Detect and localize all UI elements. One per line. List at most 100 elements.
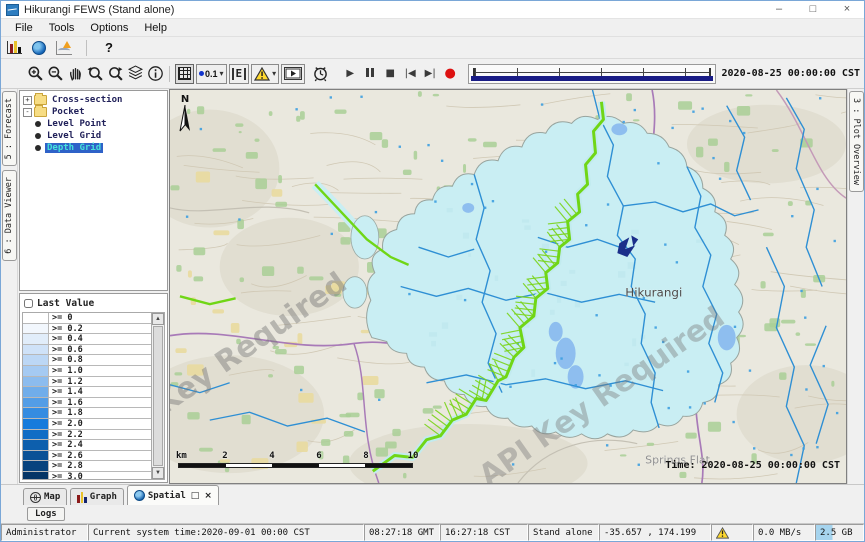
zoom-next-icon[interactable] [105,64,125,84]
skip-back-button[interactable]: |◀ [400,68,420,79]
legend-row: >= 2.0 [23,419,164,430]
pause-button[interactable] [360,68,380,80]
legend-swatch [23,313,49,323]
logs-row: Logs [1,505,864,524]
grid-layer-button[interactable] [175,64,194,84]
scroll-down-icon[interactable]: ▼ [152,467,164,479]
legend-label: >= 2.2 [49,430,151,440]
legend-label: >= 0.2 [49,324,151,334]
legend-row: >= 0.4 [23,334,164,345]
scalebar-tick: 4 [269,451,274,461]
close-button[interactable]: × [830,1,864,18]
scrollbar-thumb[interactable] [153,326,163,466]
menu-bar: FileToolsOptionsHelp [1,19,864,37]
record-button[interactable]: ● [440,66,460,81]
play-button[interactable]: ▶ [340,68,360,79]
tree-item-label: Level Point [45,119,109,129]
north-arrow: N [178,94,192,138]
legend-label: >= 0.4 [49,334,151,344]
tree-expander-icon[interactable]: - [23,108,32,117]
maximize-button[interactable]: □ [796,1,830,18]
tab-graph[interactable]: Graph [70,488,124,505]
scale-button[interactable]: E [229,64,250,84]
legend-label: >= 1.4 [49,387,151,397]
tab-forecast[interactable]: 5 : Forecast [2,91,17,166]
node-bullet-icon [35,133,41,139]
legend-swatch [23,355,49,365]
zoom-previous-icon[interactable] [85,64,105,84]
skip-forward-button[interactable]: ▶| [420,68,440,79]
globe-icon [134,490,145,501]
bottom-tab-bar: Map Graph Spatial□× [1,484,864,505]
status-local-time: 16:27:18 CST [440,524,528,541]
pause-icon [366,68,374,77]
animation-button[interactable] [281,64,305,84]
map-toolbar: 0.1▾ E ▾ ▶ ■ |◀ ▶| ● 2020-08-25 00:00:00… [1,59,864,89]
menu-file[interactable]: File [7,21,41,35]
tree-item-level-grid[interactable]: Level Grid [20,130,167,142]
menu-options[interactable]: Options [82,21,136,35]
map-time-label: Time: 2020-08-25 00:00:00 CST [665,460,840,471]
pan-icon[interactable] [65,64,85,84]
legend-swatch [23,461,49,471]
bar-chart-icon [77,492,87,503]
status-user: Administrator [1,524,88,541]
legend-row: >= 0.2 [23,324,164,335]
info-icon[interactable] [145,64,165,84]
zoom-out-icon[interactable] [45,64,65,84]
menu-help[interactable]: Help [136,21,175,35]
status-gmt-time: 08:27:18 GMT [364,524,440,541]
scroll-up-icon[interactable]: ▲ [152,313,164,325]
legend-label: >= 0.8 [49,355,151,365]
chevron-down-icon: ▾ [220,69,224,78]
tab-spatial[interactable]: Spatial□× [127,485,219,505]
menu-tools[interactable]: Tools [41,21,83,35]
scalebar-tick: 10 [408,451,419,461]
tree-item-depth-grid[interactable]: Depth Grid [20,142,167,154]
status-warning-icon [711,524,753,541]
legend-scrollbar[interactable]: ▲ ▼ [151,313,164,479]
tab-maximize-icon[interactable]: □ [191,491,200,501]
tree-expander-icon[interactable]: + [23,96,32,105]
legend-swatch [23,324,49,334]
legend-table: >= 0>= 0.2>= 0.4>= 0.6>= 0.8>= 1.0>= 1.2… [23,313,164,480]
tab-close-icon[interactable]: × [204,491,212,501]
legend-row: >= 2.4 [23,440,164,451]
tab-map[interactable]: Map [23,488,67,505]
threshold-dot-icon [199,71,204,76]
warnings-button[interactable]: ▾ [251,64,279,84]
legend-row: >= 1.8 [23,408,164,419]
tree-item-label: Pocket [50,107,87,117]
legend-row: >= 1.6 [23,398,164,409]
legend-row: >= 2.6 [23,451,164,462]
legend-label: >= 0.6 [49,345,151,355]
timer-icon[interactable] [310,64,330,84]
folder-icon [34,95,47,105]
timeseries-display-icon[interactable] [56,41,72,55]
last-value-checkbox[interactable] [24,299,33,308]
stop-button[interactable]: ■ [380,68,400,79]
status-coordinates: -35.657 , 174.199 [599,524,711,541]
threshold-button[interactable]: 0.1▾ [196,64,227,84]
help-icon[interactable]: ? [101,40,117,55]
legend-swatch [23,451,49,461]
legend-row: >= 1.0 [23,366,164,377]
minimize-button[interactable]: – [762,1,796,18]
zoom-in-icon[interactable] [25,64,45,84]
tab-data-viewer[interactable]: 6 : Data Viewer [2,170,17,261]
layers-icon[interactable] [125,64,145,84]
map-label-hikurangi: Hikurangi [625,285,682,299]
time-slider[interactable] [468,64,715,84]
legend-swatch [23,398,49,408]
logs-button[interactable]: Logs [27,507,65,521]
app-window: Hikurangi FEWS (Stand alone) – □ × FileT… [0,0,865,542]
wire-globe-icon [30,492,41,503]
tree-item-level-point[interactable]: Level Point [20,118,167,130]
tree-item-pocket[interactable]: - Pocket [20,106,167,118]
map-decorations [170,90,846,483]
map-canvas[interactable]: API Key Required API Key Required Hikura… [169,89,847,484]
map-display-icon[interactable] [32,41,46,55]
time-slider-range [471,76,712,81]
database-icon[interactable] [7,41,22,54]
tab-plot-overview[interactable]: 3 : Plot Overview [849,91,864,192]
